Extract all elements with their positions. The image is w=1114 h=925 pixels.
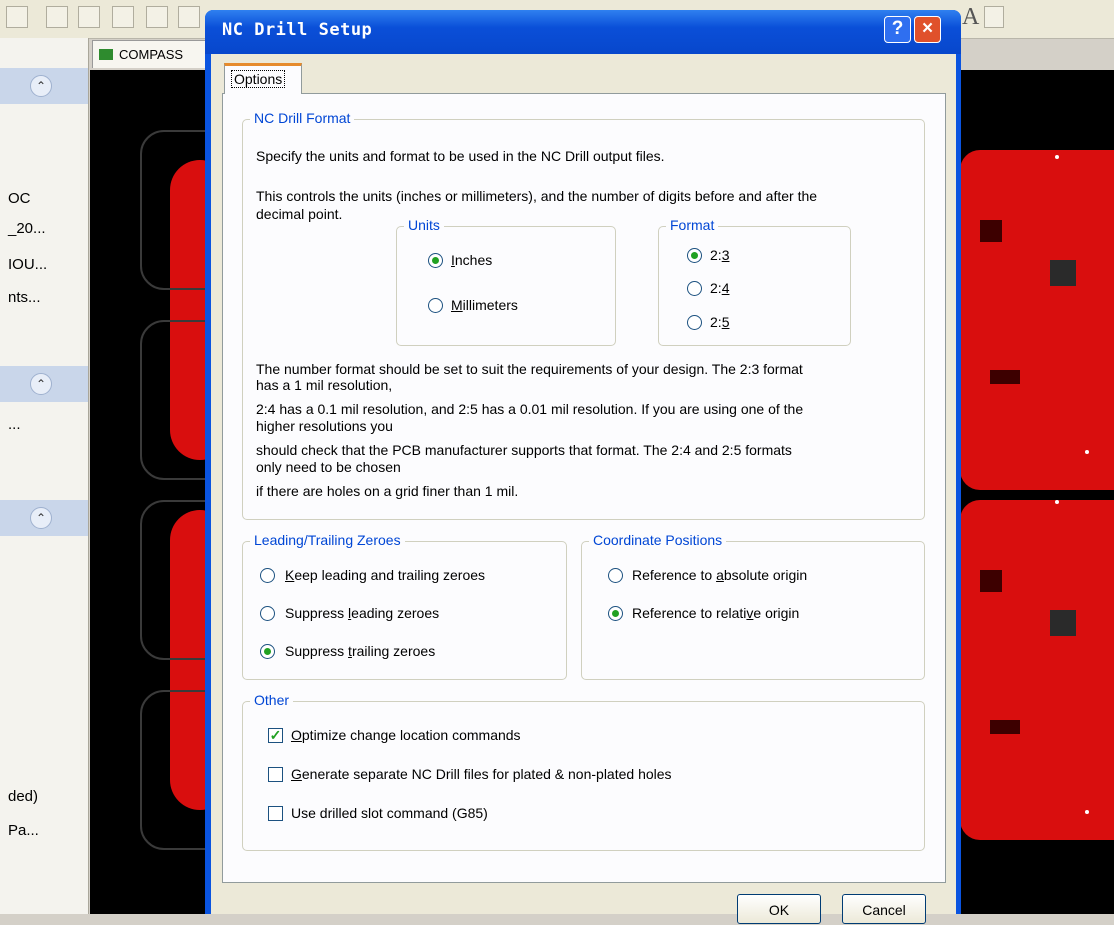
format-note-line: should check that the PCB manufacturer s… xyxy=(256,442,792,458)
millimeters-label[interactable]: Millimeters xyxy=(451,297,518,313)
panel-item[interactable]: _20... xyxy=(8,220,46,237)
suppress-trailing-label[interactable]: Suppress trailing zeroes xyxy=(285,643,435,659)
zoom-area-icon[interactable] xyxy=(78,6,100,28)
suppress-leading-radio[interactable] xyxy=(260,606,275,621)
format-note-line: only need to be chosen xyxy=(256,459,401,475)
document-tab[interactable]: COMPASS xyxy=(92,40,222,68)
coordinate-title: Coordinate Positions xyxy=(589,532,727,548)
format-2-5-label[interactable]: 2:5 xyxy=(710,314,729,330)
collapse-icon[interactable]: ⌃ xyxy=(30,507,52,529)
millimeters-radio[interactable] xyxy=(428,298,443,313)
optimize-checkbox[interactable]: ✓ xyxy=(268,728,283,743)
pcb-component xyxy=(980,220,1002,242)
collapse-icon[interactable]: ⌃ xyxy=(30,75,52,97)
optimize-label[interactable]: Optimize change location commands xyxy=(291,727,521,743)
collapse-icon[interactable]: ⌃ xyxy=(30,373,52,395)
zoom-in-icon[interactable] xyxy=(112,6,134,28)
format-description: decimal point. xyxy=(256,206,343,222)
drilled-slot-checkbox[interactable] xyxy=(268,806,283,821)
format-note-line: if there are holes on a grid finer than … xyxy=(256,483,519,499)
format-description: Specify the units and format to be used … xyxy=(256,148,665,164)
cancel-button[interactable]: Cancel xyxy=(842,894,926,924)
units-group xyxy=(396,226,616,346)
zoom-fit-icon[interactable] xyxy=(46,6,68,28)
panel-item[interactable]: ... xyxy=(8,416,21,433)
tab-options[interactable]: Options xyxy=(224,63,302,94)
help-icon[interactable]: ? xyxy=(884,16,911,43)
document-tab-label: COMPASS xyxy=(119,47,184,62)
pcb-via xyxy=(1085,810,1089,814)
pcb-board xyxy=(960,150,1114,490)
close-icon[interactable]: × xyxy=(914,16,941,43)
format-note-line: has a 1 mil resolution, xyxy=(256,377,393,393)
pcb-component xyxy=(990,370,1020,384)
keep-zeroes-radio[interactable] xyxy=(260,568,275,583)
nc-drill-format-title: NC Drill Format xyxy=(250,110,355,126)
suppress-trailing-radio[interactable] xyxy=(260,644,275,659)
tab-options-label: Options xyxy=(231,70,286,88)
format-2-4-label[interactable]: 2:4 xyxy=(710,280,729,296)
zoom-out-icon[interactable] xyxy=(146,6,168,28)
relative-origin-label[interactable]: Reference to relative origin xyxy=(632,605,799,621)
format-note-line: 2:4 has a 0.1 mil resolution, and 2:5 ha… xyxy=(256,401,804,417)
format-2-5-radio[interactable] xyxy=(687,315,702,330)
keep-zeroes-label[interactable]: Keep leading and trailing zeroes xyxy=(285,567,485,583)
drilled-slot-label[interactable]: Use drilled slot command (G85) xyxy=(291,805,488,821)
absolute-origin-label[interactable]: Reference to absolute origin xyxy=(632,567,807,583)
separate-files-label[interactable]: Generate separate NC Drill files for pla… xyxy=(291,766,672,782)
panel-item[interactable]: IOU... xyxy=(8,256,47,273)
toolbar-button-icon[interactable] xyxy=(6,6,28,28)
panel-item[interactable]: ded) xyxy=(8,788,38,805)
units-title: Units xyxy=(404,217,444,233)
inches-radio[interactable] xyxy=(428,253,443,268)
pcb-component xyxy=(980,570,1002,592)
format-note-line: higher resolutions you xyxy=(256,418,393,434)
grid-icon[interactable] xyxy=(984,6,1004,28)
format-description: This controls the units (inches or milli… xyxy=(256,188,818,204)
pcb-via xyxy=(1055,500,1059,504)
relative-origin-radio[interactable] xyxy=(608,606,623,621)
pcb-doc-icon xyxy=(99,49,113,60)
format-note-line: The number format should be set to suit … xyxy=(256,361,803,377)
pcb-component xyxy=(1050,260,1076,286)
dialog-title: NC Drill Setup xyxy=(222,20,373,40)
separate-files-checkbox[interactable] xyxy=(268,767,283,782)
format-2-4-radio[interactable] xyxy=(687,281,702,296)
inches-label[interactable]: Inches xyxy=(451,252,492,268)
format-2-3-radio[interactable] xyxy=(687,248,702,263)
pcb-component xyxy=(1050,610,1076,636)
panel-item[interactable]: Pa... xyxy=(8,822,39,839)
panel-item[interactable]: OC xyxy=(8,190,31,207)
left-panel: ⌃ OC _20... IOU... nts... ⌃ ... ⌃ ded) P… xyxy=(0,38,89,914)
panel-item[interactable]: nts... xyxy=(8,289,41,306)
text-tool-icon[interactable]: A xyxy=(962,4,979,31)
absolute-origin-radio[interactable] xyxy=(608,568,623,583)
pcb-board xyxy=(960,500,1114,840)
toolbar-button-icon[interactable] xyxy=(178,6,200,28)
other-title: Other xyxy=(250,692,294,708)
zeroes-title: Leading/Trailing Zeroes xyxy=(250,532,405,548)
pcb-via xyxy=(1055,155,1059,159)
format-title: Format xyxy=(666,217,719,233)
pcb-via xyxy=(1085,450,1089,454)
format-2-3-label[interactable]: 2:3 xyxy=(710,247,729,263)
ok-button[interactable]: OK xyxy=(737,894,821,924)
pcb-component xyxy=(990,720,1020,734)
suppress-leading-label[interactable]: Suppress leading zeroes xyxy=(285,605,439,621)
